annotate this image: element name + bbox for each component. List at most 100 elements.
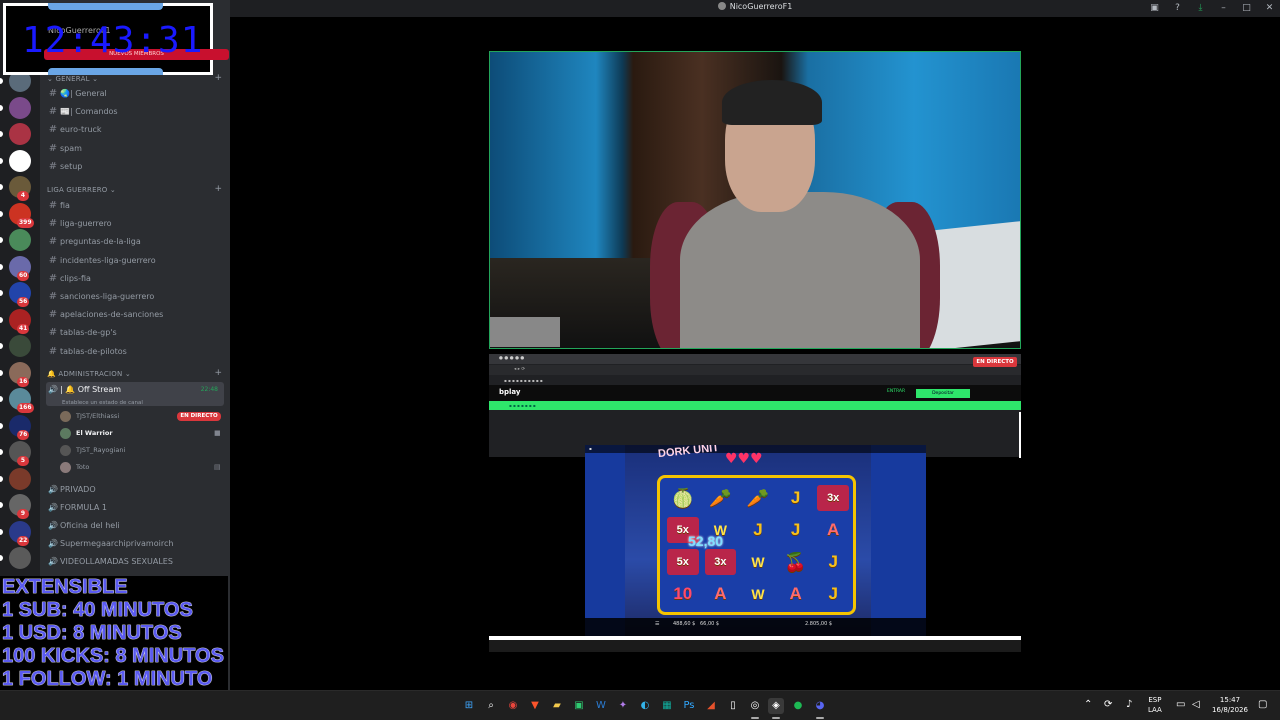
close-button[interactable]: ✕ <box>1263 2 1276 15</box>
unread-indicator <box>0 555 3 561</box>
brave-icon[interactable]: ▼ <box>527 698 543 714</box>
channel-2[interactable]: # preguntas-de-la-liga <box>46 234 224 250</box>
voice-member[interactable]: TJST_Rayogiani <box>60 443 125 457</box>
app-icon[interactable]: ◢ <box>703 698 719 714</box>
mention-badge: 22 <box>17 535 30 546</box>
hash-icon: # <box>48 218 58 230</box>
webcam-feed[interactable] <box>489 51 1021 349</box>
unread-indicator <box>0 369 3 376</box>
server-icon[interactable] <box>9 335 31 357</box>
slot-symbol: 10 <box>673 584 693 603</box>
enter-link[interactable]: ENTRAR <box>887 389 905 394</box>
server-icon[interactable] <box>9 96 31 119</box>
steam-icon[interactable]: ◈ <box>768 698 784 719</box>
file-icon[interactable]: ▯ <box>725 698 741 714</box>
word-icon[interactable]: W <box>593 698 609 714</box>
obs-icon[interactable]: ◎ <box>747 698 763 719</box>
maximize-button[interactable]: □ <box>1240 2 1253 15</box>
start-button[interactable]: ⊞ <box>461 698 477 714</box>
chevron-up-icon[interactable]: ⌃ <box>1084 699 1092 710</box>
browser-capture[interactable]: ● ● ● ● ● ◂ ▸ ⟳ ▪ ▪ ▪ ▪ ▪ ▪ ▪ ▪ ▪ ▪ bpla… <box>489 354 1021 457</box>
download-icon[interactable]: ⤓ <box>1194 2 1207 15</box>
mention-badge: 16 <box>17 376 30 387</box>
add-channel-icon[interactable]: + <box>214 368 222 378</box>
voice-channel-0[interactable]: 🔊 PRIVADO <box>46 482 224 498</box>
win-amount: 52,80 <box>688 533 724 549</box>
channel-6[interactable]: # apelaciones-de-sanciones <box>46 307 224 323</box>
voice-member[interactable]: TJST/Elthiassi <box>60 409 119 423</box>
slot-symbol: 🍈 <box>671 487 694 508</box>
microphone-icon[interactable]: ♪ <box>1126 699 1132 710</box>
discord-icon[interactable]: ◕ <box>812 698 828 719</box>
channel-5[interactable]: # sanciones-liga-guerrero <box>46 289 224 305</box>
voice-member[interactable]: Toto <box>60 460 89 474</box>
network-icon[interactable]: ▭ <box>1176 699 1185 710</box>
slot-game[interactable]: ▪ DORK UNIT ♥♥♥ 🍈 🥕 🥕 J 3x 5x W J J A 5x 3x W 🍒 J 10 A W A… <box>585 445 926 636</box>
edge-icon[interactable]: ◐ <box>637 698 653 714</box>
server-icon[interactable] <box>9 123 31 145</box>
help-icon[interactable]: ? <box>1171 2 1184 15</box>
channel-1[interactable]: # 📰| Comandos <box>46 104 224 120</box>
add-channel-icon[interactable]: + <box>214 73 222 83</box>
channel-3[interactable]: # spam <box>46 141 224 157</box>
reels: 🍈 🥕 🥕 J 3x 5x W J J A 5x 3x W 🍒 J 10 A W A J <box>657 475 856 615</box>
app-icon[interactable]: ▣ <box>571 698 587 714</box>
voice-channel-off-stream[interactable]: 🔊 | 🔔 Off Stream 22:48 Establece un estad… <box>46 382 224 406</box>
slot-symbol: 🍒 <box>784 551 807 572</box>
channel-4[interactable]: # clips-fia <box>46 271 224 287</box>
app-icon[interactable]: ▦ <box>659 698 675 714</box>
photoshop-icon[interactable]: Ps <box>681 698 697 714</box>
chrome-icon[interactable]: ◉ <box>505 698 521 714</box>
spotify-icon[interactable]: ● <box>790 698 806 714</box>
extensible-line: 1 SUB: 40 MINUTOS <box>2 599 193 622</box>
speaker-icon: 🔊 <box>48 503 58 512</box>
server-icon[interactable] <box>9 149 31 172</box>
server-icon[interactable] <box>9 547 31 569</box>
copilot-icon[interactable]: ✦ <box>615 698 631 714</box>
add-channel-icon[interactable]: + <box>214 184 222 194</box>
unread-indicator <box>0 396 3 402</box>
sync-icon[interactable]: ⟳ <box>1104 699 1112 710</box>
volume-icon[interactable]: ◁ <box>1192 699 1200 710</box>
category-admin[interactable]: 🔔 ADMINISTRACION ⌄ <box>47 370 131 378</box>
clock[interactable]: 15:47 16/8/2026 <box>1210 695 1250 715</box>
channel-0[interactable]: # fia <box>46 198 224 214</box>
voice-channel-1[interactable]: 🔊 FORMULA 1 <box>46 500 224 516</box>
search-icon[interactable]: ⌕ <box>483 698 499 714</box>
channel-0[interactable]: # 🌏| General <box>46 86 224 102</box>
channel-3[interactable]: # incidentes-liga-guerrero <box>46 253 224 269</box>
voice-channel-3[interactable]: 🔊 Supermegaarchiprivamoirch <box>46 536 224 552</box>
game-bottom-bar: ☰ 488,60 $ 66,00 $ 2.805,00 $ <box>585 618 926 636</box>
clock-time: 12:43:31 <box>22 20 204 61</box>
speaker-icon: 🔊 <box>48 385 58 394</box>
voice-channel-4[interactable]: 🔊 VIDEOLLAMADAS SEXUALES <box>46 554 224 570</box>
menu-icon[interactable]: ☰ <box>655 621 659 627</box>
mention-badge: 56 <box>17 297 30 307</box>
browser-tabs: ● ● ● ● ● <box>489 354 1021 364</box>
minimize-button[interactable]: – <box>1217 2 1230 15</box>
title-bar: NicoGuerreroF1 ▣ ? ⤓ – □ ✕ <box>230 0 1280 17</box>
notification-icon[interactable]: ▢ <box>1258 699 1267 710</box>
category-general[interactable]: ⌄ GENERAL ⌄ <box>47 75 98 83</box>
deposit-button[interactable]: Depositar <box>916 389 970 398</box>
server-icon[interactable] <box>9 467 31 490</box>
avatar <box>60 427 71 439</box>
channel-2[interactable]: # euro-truck <box>46 122 224 138</box>
category-liga[interactable]: LIGA GUERRERO ⌄ <box>47 186 116 194</box>
unread-indicator <box>0 449 3 455</box>
mention-badge: 5 <box>17 456 29 466</box>
voice-member[interactable]: El Warrior <box>60 426 113 440</box>
avatar <box>60 410 71 422</box>
channel-4[interactable]: # setup <box>46 159 224 175</box>
mention-badge: 41 <box>17 323 30 334</box>
mention-badge: 166 <box>17 403 34 413</box>
folder-icon[interactable]: ▰ <box>549 698 565 714</box>
voice-channel-2[interactable]: 🔊 Oficina del heli <box>46 518 224 534</box>
inbox-icon[interactable]: ▣ <box>1148 2 1161 15</box>
channel-7[interactable]: # tablas-de-gp's <box>46 325 224 341</box>
channel-8[interactable]: # tablas-de-pilotos <box>46 344 224 360</box>
language-indicator[interactable]: ESP LAA <box>1148 695 1162 715</box>
speaker-icon: 🔊 <box>48 521 58 530</box>
channel-1[interactable]: # liga-guerrero <box>46 216 224 232</box>
server-icon[interactable] <box>9 229 31 251</box>
